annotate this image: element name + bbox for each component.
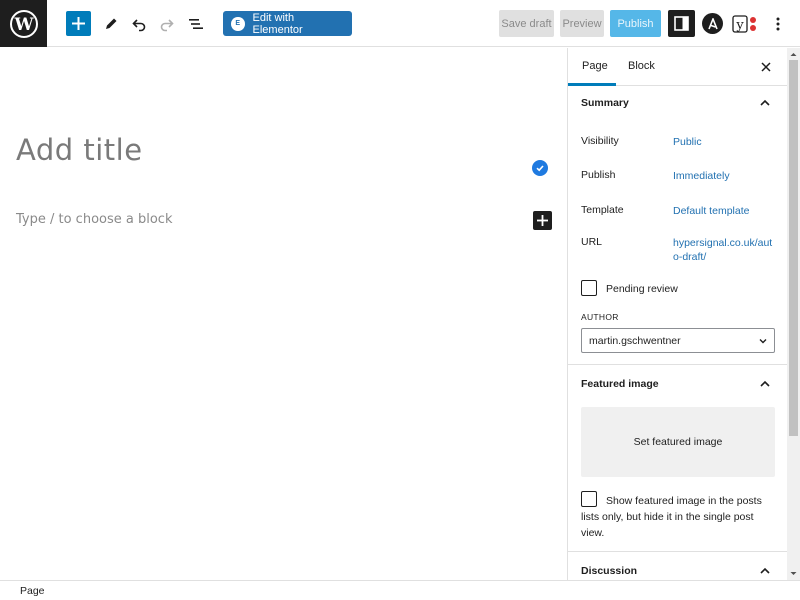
svg-text:W: W — [13, 15, 34, 35]
hide-featured-image-label-line-1: Show featured image in the posts — [606, 495, 762, 507]
hide-featured-image-label: Show featured image in the posts lists o… — [581, 493, 771, 541]
pending-review-label: Pending review — [606, 283, 678, 295]
redo-icon — [160, 18, 174, 31]
pending-review-checkbox[interactable] — [581, 280, 597, 296]
close-sidebar-button[interactable] — [758, 59, 774, 75]
elementor-icon: E — [231, 16, 245, 31]
settings-sidebar: Page Block Summary Visibility Public Pub… — [567, 48, 787, 580]
edit-with-elementor-label: Edit with Elementor — [252, 11, 303, 36]
discussion-panel-header[interactable]: Discussion — [568, 562, 787, 580]
inline-add-block-button[interactable] — [533, 211, 552, 230]
settings-sidebar-toggle[interactable] — [668, 10, 695, 37]
plus-icon — [537, 215, 548, 226]
url-link-line-2: o-draft/ — [673, 251, 707, 263]
tab-page[interactable]: Page — [582, 60, 608, 72]
discussion-panel-title: Discussion — [581, 565, 638, 577]
hide-featured-image-label-line-2: lists only, but hide it in the single po… — [581, 511, 754, 523]
url-link[interactable]: hypersignal.co.uk/aut o-draft/ — [673, 236, 773, 264]
scrollbar-thumb[interactable] — [789, 60, 798, 436]
tools-edit-button[interactable] — [98, 11, 123, 36]
edit-with-elementor-button[interactable]: E Edit with Elementor — [223, 11, 352, 36]
plus-icon — [72, 17, 85, 30]
featured-image-panel-header[interactable]: Featured image — [568, 375, 787, 395]
undo-icon — [131, 18, 145, 31]
sidebar-tabs: Page Block — [568, 48, 787, 86]
chevron-up-icon — [760, 99, 770, 106]
template-link[interactable]: Default template — [673, 204, 773, 218]
active-tab-indicator — [568, 83, 616, 86]
url-link-line-1: hypersignal.co.uk/aut — [673, 237, 773, 249]
editor-top-toolbar: W E Edit with Elementor Save draft Previ… — [0, 0, 800, 47]
astra-settings-icon[interactable] — [702, 13, 723, 34]
url-label: URL — [581, 236, 603, 248]
chevron-down-icon — [759, 339, 767, 344]
save-draft-button[interactable]: Save draft — [499, 10, 554, 37]
document-overview-button[interactable] — [183, 11, 208, 36]
featured-image-panel-title: Featured image — [581, 378, 659, 390]
list-view-icon — [188, 18, 203, 29]
scroll-up-arrow-icon[interactable] — [789, 50, 798, 59]
panel-divider — [568, 364, 787, 365]
author-label: AUTHOR — [581, 312, 619, 322]
chevron-up-icon — [760, 380, 770, 387]
hide-featured-image-label-line-3: view. — [581, 527, 605, 539]
more-vertical-icon — [776, 17, 780, 30]
panel-divider — [568, 551, 787, 552]
visibility-value-link[interactable]: Public — [673, 135, 773, 149]
wordpress-logo-icon[interactable]: W — [0, 0, 47, 47]
redo-button[interactable] — [154, 11, 179, 36]
undo-button[interactable] — [126, 11, 151, 36]
svg-text:y: y — [735, 18, 744, 33]
set-featured-image-button[interactable]: Set featured image — [581, 407, 775, 477]
astra-logo-icon — [707, 17, 718, 29]
options-menu-button[interactable] — [768, 11, 788, 36]
summary-panel-title: Summary — [581, 97, 629, 109]
publish-button[interactable]: Publish — [610, 10, 661, 37]
add-block-button[interactable] — [66, 11, 91, 36]
block-breadcrumb-bar: Page — [0, 580, 800, 600]
scroll-down-arrow-icon[interactable] — [789, 569, 798, 578]
checkmark-icon — [536, 165, 544, 172]
author-select[interactable]: martin.gschwentner — [581, 328, 775, 353]
summary-panel-header[interactable]: Summary — [568, 94, 787, 114]
post-title-placeholder[interactable]: Add title — [16, 133, 143, 167]
yoast-icon: y — [732, 14, 756, 33]
chevron-up-icon — [760, 567, 770, 574]
visibility-label: Visibility — [581, 135, 619, 147]
template-label: Template — [581, 204, 624, 216]
sidebar-scrollbar[interactable] — [787, 48, 800, 580]
close-icon — [761, 62, 771, 72]
pencil-icon — [105, 18, 116, 29]
breadcrumb-page[interactable]: Page — [20, 585, 45, 597]
editor-canvas: Add title Type / to choose a block — [0, 48, 567, 580]
block-appender-placeholder[interactable]: Type / to choose a block — [16, 212, 172, 227]
preview-button[interactable]: Preview — [560, 10, 604, 37]
publish-date-link[interactable]: Immediately — [673, 169, 773, 183]
grammar-check-icon[interactable] — [532, 160, 548, 176]
tab-block[interactable]: Block — [628, 60, 655, 72]
publish-label: Publish — [581, 169, 616, 181]
sidebar-icon — [674, 16, 689, 31]
author-select-value: martin.gschwentner — [589, 335, 681, 347]
yoast-seo-button[interactable]: y — [732, 12, 758, 35]
